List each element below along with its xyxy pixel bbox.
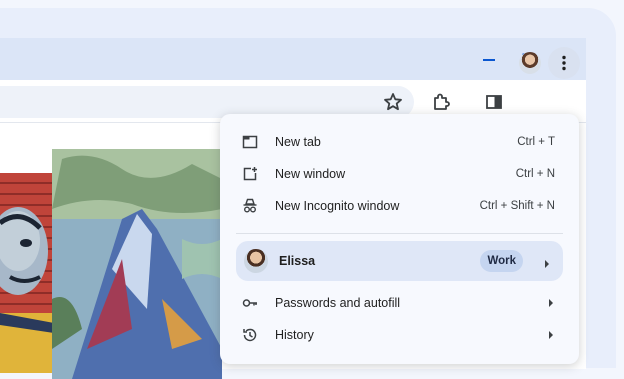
menu-item-label: New Incognito window [275,199,400,213]
more-menu-icon [562,55,566,71]
history-icon [242,327,258,343]
menu-item-new-tab[interactable]: New tab Ctrl + T [232,127,567,157]
chrome-menu: New tab Ctrl + T New window Ctrl + N New… [220,114,579,364]
menu-item-label: History [275,328,314,342]
menu-item-shortcut: Ctrl + N [515,168,555,180]
menu-divider [236,233,563,234]
chevron-right-icon [547,329,555,339]
incognito-icon [242,198,258,214]
painting-image [52,149,222,379]
new-tab-icon [242,134,258,150]
profile-badge: Work [480,250,523,272]
side-panel-icon[interactable] [483,91,505,113]
menu-item-label: New window [275,167,346,181]
menu-item-new-incognito-window[interactable]: New Incognito window Ctrl + Shift + N [232,191,567,221]
profile-name: Elissa [279,254,316,268]
title-bar [0,38,586,80]
mural-image [0,173,54,373]
chevron-right-icon [543,256,551,268]
extensions-icon[interactable] [430,91,452,113]
menu-item-passwords-and-autofill[interactable]: Passwords and autofill [232,288,567,318]
avatar [244,249,268,273]
profile-row-elissa[interactable]: Elissa Work [236,241,563,281]
menu-item-shortcut: Ctrl + Shift + N [479,200,555,212]
key-icon [242,295,258,311]
menu-item-new-window[interactable]: New window Ctrl + N [232,159,567,189]
profile-avatar[interactable] [519,52,541,74]
menu-item-label: New tab [275,135,321,149]
minimize-icon[interactable] [480,51,498,69]
menu-item-history[interactable]: History [232,320,567,350]
menu-item-label: Passwords and autofill [275,296,401,310]
bookmark-star-icon[interactable] [382,91,404,113]
chevron-right-icon [547,297,555,307]
menu-item-shortcut: Ctrl + T [517,136,555,148]
new-window-icon [242,166,258,182]
more-menu-button[interactable] [548,47,580,79]
